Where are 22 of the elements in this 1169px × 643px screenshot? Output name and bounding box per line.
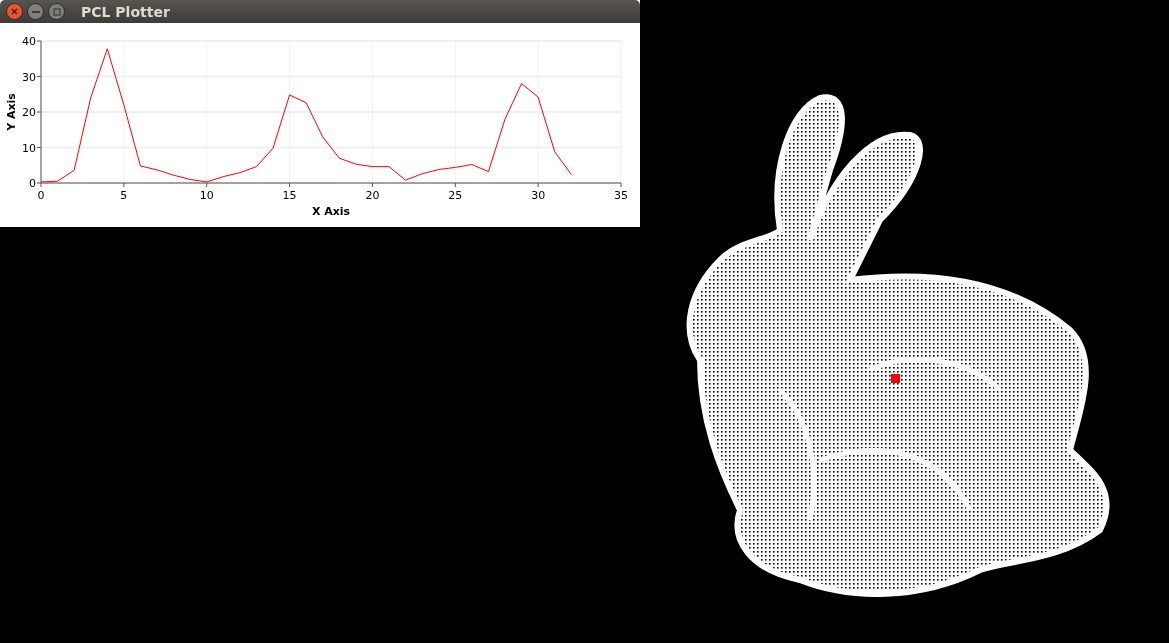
x-tick-label: 0 [37, 189, 45, 202]
y-tick-label: 30 [22, 70, 36, 84]
minimize-button[interactable] [27, 3, 44, 20]
x-tick-label: 35 [614, 189, 628, 202]
minimize-icon [31, 10, 40, 13]
close-icon [11, 8, 18, 15]
y-tick-label: 20 [22, 106, 36, 119]
maximize-icon [52, 7, 61, 16]
maximize-button[interactable] [48, 3, 65, 20]
x-tick-label: 25 [448, 189, 463, 202]
window-title: PCL Plotter [81, 3, 170, 20]
y-tick-label: 40 [22, 35, 36, 48]
x-tick-label: 30 [531, 189, 546, 202]
close-button[interactable] [6, 3, 23, 20]
y-axis-title: Y Axis [5, 93, 18, 131]
x-tick-label: 20 [365, 189, 380, 202]
x-tick-label: 5 [120, 189, 128, 202]
y-tick-label: 0 [29, 177, 36, 190]
x-tick-label: 10 [199, 189, 214, 202]
x-tick-label: 15 [282, 189, 297, 202]
y-tick-label: 10 [22, 141, 36, 155]
x-axis-title: X Axis [311, 205, 351, 218]
